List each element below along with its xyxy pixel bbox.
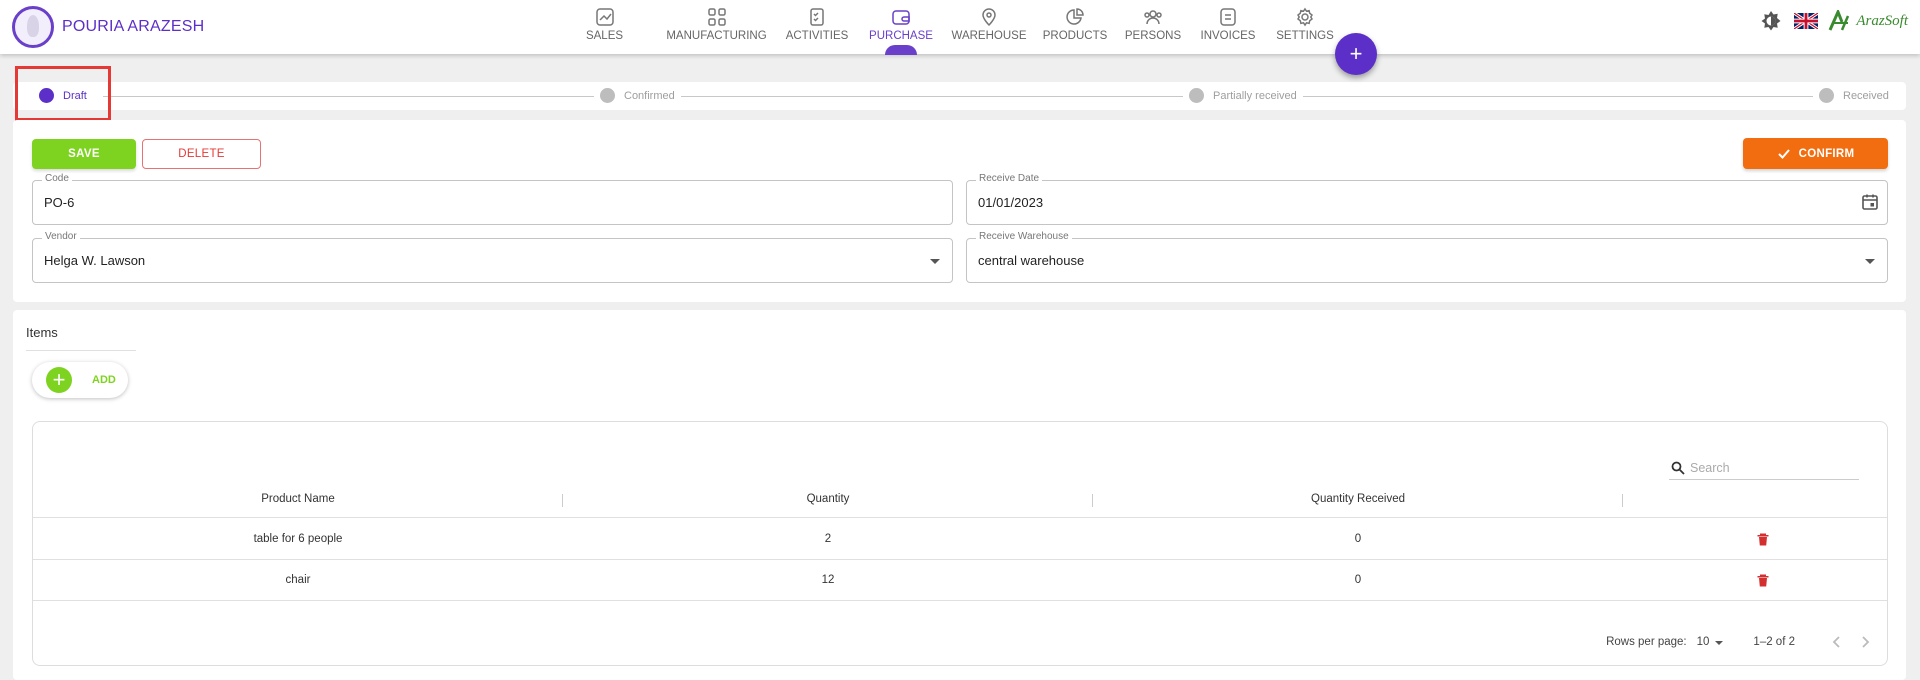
items-table: Search Product Name Quantity Quantity Re… [32,421,1888,666]
search-input[interactable]: Search [1669,456,1859,480]
chevron-down-icon [1865,259,1875,264]
table-row[interactable]: table for 6 people 2 0 [33,519,1887,560]
rows-per-page-label: Rows per page: [1606,636,1687,648]
trash-icon[interactable] [1756,532,1770,546]
plus-icon: + [46,367,72,393]
rows-per-page-select[interactable]: 10 [1697,636,1724,648]
nav-item-manufacturing[interactable]: MANUFACTURING [666,0,767,54]
nav-item-purchase[interactable]: PURCHASE [869,0,933,54]
sales-icon [595,8,614,26]
people-icon [1144,10,1162,25]
main-nav: SALES MANUFACTURING ACTIVITIES PURCHASE … [580,0,1334,54]
purchase-form: SAVE DELETE CONFIRM Code PO-6 Receive Da… [13,120,1906,302]
gear-icon [1297,7,1313,27]
invoice-icon [1220,8,1236,26]
step-draft[interactable]: Draft [33,88,93,103]
nav-item-invoices[interactable]: INVOICES [1201,0,1255,54]
cell-product-name: table for 6 people [253,533,343,545]
header-actions: ArazSoft [1760,10,1908,32]
activities-icon [810,8,824,26]
avatar[interactable] [12,6,54,48]
nav-item-products[interactable]: PRODUCTS [1043,0,1107,54]
column-header-product-name[interactable]: Product Name [33,492,563,517]
step-confirmed[interactable]: Confirmed [594,88,681,103]
manufacturing-icon [707,8,726,26]
brand[interactable]: POURIA ARAZESH [12,6,204,48]
delete-button[interactable]: DELETE [142,139,261,169]
table-header: Product Name Quantity Quantity Received [33,492,1887,518]
purchase-icon [892,10,910,25]
next-page-icon[interactable] [1857,634,1873,650]
items-section: Items + ADD Search Product Name Quantity… [13,310,1906,680]
user-name: POURIA ARAZESH [62,18,205,35]
nav-item-sales[interactable]: SALES [580,0,629,54]
pie-chart-icon [1066,8,1084,25]
location-pin-icon [982,8,996,27]
code-field[interactable]: Code PO-6 [32,173,953,225]
receive-date-field[interactable]: Receive Date 01/01/2023 [966,173,1888,225]
check-icon [1777,148,1790,159]
previous-page-icon[interactable] [1829,634,1845,650]
chevron-down-icon [1715,641,1724,645]
confirm-button[interactable]: CONFIRM [1743,138,1888,169]
cell-product-name: chair [285,574,311,586]
items-title: Items [26,325,58,340]
nav-item-warehouse[interactable]: WAREHOUSE [952,0,1027,54]
step-received[interactable]: Received [1813,88,1895,103]
pagination-range: 1–2 of 2 [1753,636,1795,648]
cell-quantity-received: 0 [1354,533,1362,545]
column-header-quantity[interactable]: Quantity [563,492,1093,517]
nav-item-persons[interactable]: PERSONS [1125,0,1181,54]
trash-icon[interactable] [1756,573,1770,587]
search-icon [1671,461,1685,475]
cell-quantity: 2 [824,533,832,545]
stepper-line [103,96,1843,97]
theme-toggle-icon[interactable] [1760,10,1782,32]
top-header: POURIA ARAZESH SALES MANUFACTURING ACTIV… [0,0,1920,54]
add-item-button[interactable]: + ADD [32,362,128,398]
items-title-divider [26,350,136,351]
nav-item-settings[interactable]: SETTINGS [1276,0,1334,54]
table-row[interactable]: chair 12 0 [33,560,1887,601]
nav-item-activities[interactable]: ACTIVITIES [786,0,848,54]
logo-mark-icon [1828,10,1850,31]
column-header-actions [1623,492,1887,517]
column-header-quantity-received[interactable]: Quantity Received [1093,492,1623,517]
quick-add-button[interactable]: + [1335,33,1377,75]
status-stepper: Draft Confirmed Partially received Recei… [13,82,1906,110]
cell-quantity-received: 0 [1354,574,1362,586]
cell-quantity: 12 [821,574,835,586]
step-partially-received[interactable]: Partially received [1183,88,1303,103]
pagination: Rows per page: 10 1–2 of 2 [33,630,1887,654]
vendor-select[interactable]: Vendor Helga W. Lawson [32,231,953,283]
calendar-icon[interactable] [1861,193,1879,211]
chevron-down-icon [930,259,940,264]
save-button[interactable]: SAVE [32,139,136,169]
receive-warehouse-select[interactable]: Receive Warehouse central warehouse [966,231,1888,283]
arazsoft-logo: ArazSoft [1828,10,1908,32]
uk-flag-icon[interactable] [1794,13,1819,29]
